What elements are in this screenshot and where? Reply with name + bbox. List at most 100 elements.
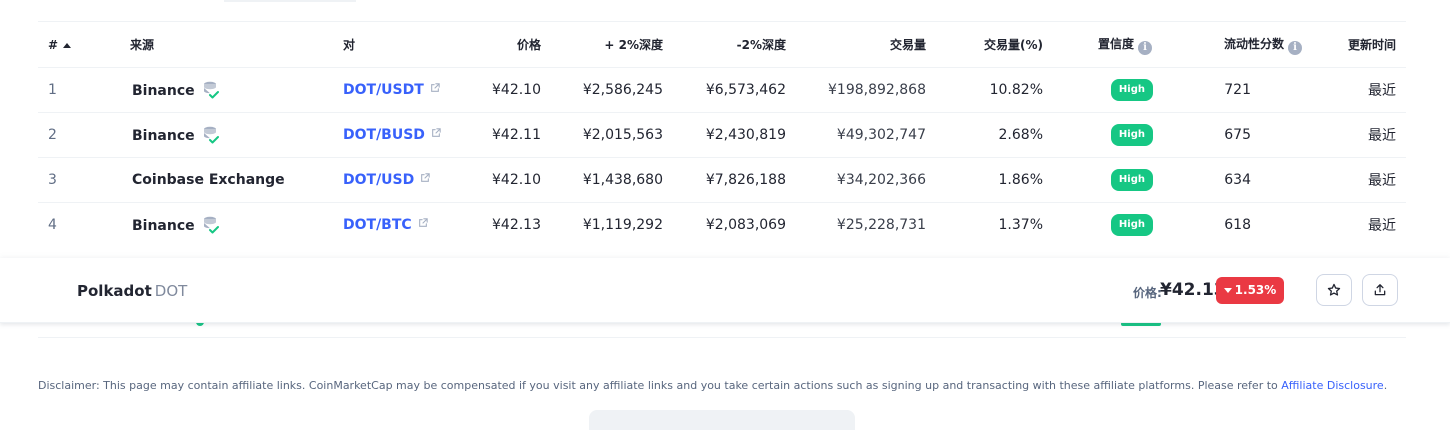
trading-pair-link[interactable]: DOT/USDT bbox=[343, 82, 424, 98]
row-rank: 1 bbox=[38, 67, 102, 113]
volume-pct-cell: 1.37% bbox=[926, 202, 1043, 248]
updated-cell: 最近 bbox=[1308, 157, 1406, 203]
confidence-badge: High bbox=[1110, 124, 1153, 146]
volume-pct-cell: 1.86% bbox=[926, 157, 1043, 203]
trading-pair-link[interactable]: DOT/BTC bbox=[343, 217, 412, 233]
col-volume-pct-header[interactable]: 交易量(%) bbox=[926, 21, 1043, 68]
star-icon bbox=[1327, 283, 1341, 296]
share-icon bbox=[1374, 284, 1386, 296]
coin-title: Polkadot DOT bbox=[77, 282, 187, 300]
watchlist-star-button[interactable] bbox=[1316, 274, 1352, 306]
caret-down-icon bbox=[1223, 288, 1232, 293]
pair-cell[interactable]: DOT/BTC bbox=[343, 202, 460, 248]
markets-table: # 来源 对 价格 + 2%深度 -2%深度 交易量 交易量(%) 置信度 i 流… bbox=[38, 21, 1406, 248]
external-link-icon bbox=[430, 83, 440, 92]
updated-cell: 最近 bbox=[1308, 202, 1406, 248]
depth-minus-cell: ¥6,573,462 bbox=[663, 67, 786, 113]
coin-symbol: DOT bbox=[154, 282, 188, 300]
confidence-badge: High bbox=[1110, 169, 1153, 191]
volume-cell: ¥34,202,366 bbox=[786, 157, 926, 203]
table-row[interactable]: 3 Coinbase Exchange DOT/USD ¥42.10 ¥1,438,68… bbox=[38, 157, 1406, 203]
info-icon[interactable]: i bbox=[1288, 40, 1302, 55]
row-rank: 4 bbox=[38, 202, 102, 248]
exchange-source[interactable]: Binance bbox=[102, 67, 343, 113]
price-cell: ¥42.13 bbox=[460, 202, 541, 248]
disclaimer-end: . bbox=[1383, 379, 1388, 392]
confidence-badge: High bbox=[1110, 79, 1153, 101]
volume-cell: ¥49,302,747 bbox=[786, 112, 926, 158]
row-rank: 3 bbox=[38, 157, 102, 203]
col-liquidity-header[interactable]: 流动性分数 i bbox=[1158, 21, 1308, 68]
table-row-divider bbox=[38, 337, 1406, 338]
sort-ascending-icon bbox=[63, 42, 72, 48]
share-button[interactable] bbox=[1362, 274, 1398, 306]
info-icon[interactable]: i bbox=[1138, 40, 1152, 55]
col-confidence-header[interactable]: 置信度 i bbox=[1043, 21, 1158, 68]
liquidity-cell: 721 bbox=[1158, 67, 1308, 113]
external-link-icon bbox=[418, 218, 428, 228]
volume-cell: ¥198,892,868 bbox=[786, 67, 926, 113]
depth-minus-cell: ¥7,826,188 bbox=[663, 157, 786, 203]
depth-plus-cell: ¥2,586,245 bbox=[541, 67, 663, 113]
external-link-icon bbox=[432, 128, 441, 137]
coin-name: Polkadot bbox=[77, 282, 152, 300]
confidence-cell: High bbox=[1043, 67, 1158, 113]
volume-pct-cell: 2.68% bbox=[926, 112, 1043, 158]
external-link-icon bbox=[421, 173, 430, 182]
liquidity-cell: 634 bbox=[1158, 157, 1308, 203]
confidence-cell: High bbox=[1043, 202, 1158, 248]
depth-plus-cell: ¥1,438,680 bbox=[541, 157, 663, 203]
trading-pair-link[interactable]: DOT/BUSD bbox=[343, 127, 425, 143]
price-change-badge: 1.53% bbox=[1216, 277, 1284, 304]
sticky-coin-header: Polkadot DOT 价格: ¥42.13 1.53% bbox=[0, 258, 1450, 323]
volume-pct-cell: 10.82% bbox=[926, 67, 1043, 113]
col-depth-minus-header[interactable]: -2%深度 bbox=[663, 21, 786, 68]
verified-icon bbox=[203, 81, 219, 99]
exchange-source[interactable]: Binance bbox=[102, 112, 343, 158]
liquidity-cell: 675 bbox=[1158, 112, 1308, 158]
table-row[interactable]: 1 Binance DOT/USDT ¥42.10 ¥2,586,245 ¥6,573,4… bbox=[38, 67, 1406, 113]
updated-cell: 最近 bbox=[1308, 112, 1406, 158]
table-row[interactable]: 2 Binance DOT/BUSD ¥42.11 ¥2,015,563 ¥2,430,8… bbox=[38, 112, 1406, 158]
col-depth-plus-header[interactable]: + 2%深度 bbox=[541, 21, 663, 68]
depth-minus-cell: ¥2,083,069 bbox=[663, 202, 786, 248]
pair-cell[interactable]: DOT/BUSD bbox=[343, 112, 460, 158]
confidence-cell: High bbox=[1043, 157, 1158, 203]
depth-minus-cell: ¥2,430,819 bbox=[663, 112, 786, 158]
row-rank: 2 bbox=[38, 112, 102, 158]
table-header-row: # 来源 对 价格 + 2%深度 -2%深度 交易量 交易量(%) 置信度 i 流… bbox=[38, 21, 1406, 68]
confidence-cell: High bbox=[1043, 112, 1158, 158]
volume-cell: ¥25,228,731 bbox=[786, 202, 926, 248]
price-cell: ¥42.11 bbox=[460, 112, 541, 158]
col-volume-header[interactable]: 交易量 bbox=[786, 21, 926, 68]
top-scroll-stub bbox=[224, 0, 356, 2]
depth-plus-cell: ¥2,015,563 bbox=[541, 112, 663, 158]
disclaimer-text: Disclaimer: This page may contain affili… bbox=[38, 379, 1282, 392]
pair-cell[interactable]: DOT/USDT bbox=[343, 67, 460, 113]
verified-icon bbox=[203, 126, 219, 144]
updated-cell: 最近 bbox=[1308, 67, 1406, 113]
affiliate-disclosure-link[interactable]: Affiliate Disclosure bbox=[1281, 379, 1383, 392]
exchange-source[interactable]: Binance bbox=[102, 202, 343, 248]
trading-pair-link[interactable]: DOT/USD bbox=[343, 172, 414, 188]
col-source-header[interactable]: 来源 bbox=[102, 21, 343, 68]
price-cell: ¥42.10 bbox=[460, 157, 541, 203]
price-label: 价格: bbox=[1133, 286, 1162, 300]
col-rank-header[interactable]: # bbox=[38, 21, 102, 68]
col-pair-header[interactable]: 对 bbox=[343, 21, 460, 68]
pair-cell[interactable]: DOT/USD bbox=[343, 157, 460, 203]
table-row[interactable]: 4 Binance DOT/BTC ¥42.13 ¥1,119,292 ¥2,083,06… bbox=[38, 202, 1406, 248]
exchange-name[interactable]: Binance bbox=[132, 128, 195, 144]
exchange-name[interactable]: Binance bbox=[132, 83, 195, 99]
verified-icon bbox=[203, 217, 219, 234]
exchange-name[interactable]: Binance bbox=[132, 218, 195, 234]
view-all-markets-button[interactable] bbox=[589, 410, 855, 430]
price-cell: ¥42.10 bbox=[460, 67, 541, 113]
affiliate-disclaimer: Disclaimer: This page may contain affili… bbox=[38, 379, 1387, 392]
col-updated-header[interactable]: 更新时间 bbox=[1308, 21, 1406, 68]
exchange-name[interactable]: Coinbase Exchange bbox=[132, 172, 285, 188]
exchange-source[interactable]: Coinbase Exchange bbox=[102, 157, 343, 203]
col-price-header[interactable]: 价格 bbox=[460, 21, 541, 68]
liquidity-cell: 618 bbox=[1158, 202, 1308, 248]
depth-plus-cell: ¥1,119,292 bbox=[541, 202, 663, 248]
